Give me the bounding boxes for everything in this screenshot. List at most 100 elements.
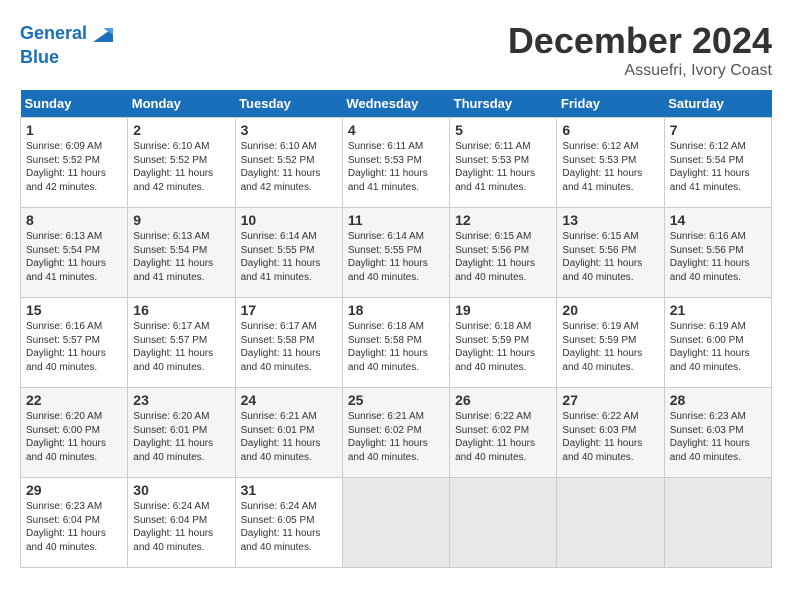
calendar-cell: 12 Sunrise: 6:15 AM Sunset: 5:56 PM Dayli… — [450, 208, 557, 298]
day-info: Sunrise: 6:10 AM Sunset: 5:52 PM Dayligh… — [241, 140, 337, 194]
day-info: Sunrise: 6:09 AM Sunset: 5:52 PM Dayligh… — [26, 140, 122, 194]
calendar-cell: 9 Sunrise: 6:13 AM Sunset: 5:54 PM Daylig… — [128, 208, 235, 298]
logo-line2: Blue — [20, 48, 117, 68]
calendar-table: SundayMondayTuesdayWednesdayThursdayFrid… — [20, 90, 772, 568]
day-info: Sunrise: 6:17 AM Sunset: 5:58 PM Dayligh… — [241, 320, 337, 374]
day-info: Sunrise: 6:22 AM Sunset: 6:02 PM Dayligh… — [455, 410, 551, 464]
day-number: 24 — [241, 392, 337, 408]
calendar-cell: 30 Sunrise: 6:24 AM Sunset: 6:04 PM Dayli… — [128, 478, 235, 568]
day-number: 13 — [562, 212, 658, 228]
calendar-cell — [450, 478, 557, 568]
calendar-cell: 20Sunrise: 6:19 AM Sunset: 5:59 PM Dayli… — [557, 298, 664, 388]
month-title: December 2024 — [508, 20, 772, 62]
day-number: 11 — [348, 212, 444, 228]
weekday-header: Sunday — [21, 90, 128, 118]
day-number: 25 — [348, 392, 444, 408]
title-area: December 2024 Assuefri, Ivory Coast — [508, 20, 772, 80]
day-number: 3 — [241, 122, 337, 138]
weekday-header: Monday — [128, 90, 235, 118]
logo-icon — [89, 20, 117, 48]
day-info: Sunrise: 6:24 AM Sunset: 6:04 PM Dayligh… — [133, 500, 229, 554]
page-header: General Blue December 2024 Assuefri, Ivo… — [20, 20, 772, 80]
day-info: Sunrise: 6:23 AM Sunset: 6:03 PM Dayligh… — [670, 410, 766, 464]
calendar-cell: 7Sunrise: 6:12 AM Sunset: 5:54 PM Daylig… — [664, 118, 771, 208]
day-info: Sunrise: 6:13 AM Sunset: 5:54 PM Dayligh… — [26, 230, 122, 284]
calendar-cell: 3 Sunrise: 6:10 AM Sunset: 5:52 PM Daylig… — [235, 118, 342, 208]
calendar-cell: 13 Sunrise: 6:15 AM Sunset: 5:56 PM Dayli… — [557, 208, 664, 298]
calendar-cell: 14Sunrise: 6:16 AM Sunset: 5:56 PM Dayli… — [664, 208, 771, 298]
day-number: 2 — [133, 122, 229, 138]
location-subtitle: Assuefri, Ivory Coast — [508, 62, 772, 80]
day-number: 22 — [26, 392, 122, 408]
calendar-cell: 23 Sunrise: 6:20 AM Sunset: 6:01 PM Dayli… — [128, 388, 235, 478]
day-info: Sunrise: 6:20 AM Sunset: 6:01 PM Dayligh… — [133, 410, 229, 464]
day-info: Sunrise: 6:11 AM Sunset: 5:53 PM Dayligh… — [348, 140, 444, 194]
day-info: Sunrise: 6:17 AM Sunset: 5:57 PM Dayligh… — [133, 320, 229, 374]
day-number: 31 — [241, 482, 337, 498]
calendar-cell: 16 Sunrise: 6:17 AM Sunset: 5:57 PM Dayli… — [128, 298, 235, 388]
day-info: Sunrise: 6:18 AM Sunset: 5:59 PM Dayligh… — [455, 320, 551, 374]
day-info: Sunrise: 6:19 AM Sunset: 5:59 PM Dayligh… — [562, 320, 658, 374]
calendar-cell: 24 Sunrise: 6:21 AM Sunset: 6:01 PM Dayli… — [235, 388, 342, 478]
calendar-cell: 29Sunrise: 6:23 AM Sunset: 6:04 PM Dayli… — [21, 478, 128, 568]
day-number: 5 — [455, 122, 551, 138]
day-number: 23 — [133, 392, 229, 408]
day-info: Sunrise: 6:21 AM Sunset: 6:02 PM Dayligh… — [348, 410, 444, 464]
day-number: 1 — [26, 122, 122, 138]
day-info: Sunrise: 6:10 AM Sunset: 5:52 PM Dayligh… — [133, 140, 229, 194]
calendar-cell: 1 Sunrise: 6:09 AM Sunset: 5:52 PM Daylig… — [21, 118, 128, 208]
calendar-cell — [557, 478, 664, 568]
calendar-cell: 26 Sunrise: 6:22 AM Sunset: 6:02 PM Dayli… — [450, 388, 557, 478]
calendar-week-row: 15Sunrise: 6:16 AM Sunset: 5:57 PM Dayli… — [21, 298, 772, 388]
weekday-header: Friday — [557, 90, 664, 118]
day-info: Sunrise: 6:18 AM Sunset: 5:58 PM Dayligh… — [348, 320, 444, 374]
calendar-cell: 25 Sunrise: 6:21 AM Sunset: 6:02 PM Dayli… — [342, 388, 449, 478]
day-number: 30 — [133, 482, 229, 498]
calendar-cell: 31 Sunrise: 6:24 AM Sunset: 6:05 PM Dayli… — [235, 478, 342, 568]
day-info: Sunrise: 6:12 AM Sunset: 5:53 PM Dayligh… — [562, 140, 658, 194]
calendar-cell: 6 Sunrise: 6:12 AM Sunset: 5:53 PM Daylig… — [557, 118, 664, 208]
calendar-header-row: SundayMondayTuesdayWednesdayThursdayFrid… — [21, 90, 772, 118]
day-number: 26 — [455, 392, 551, 408]
day-number: 9 — [133, 212, 229, 228]
calendar-week-row: 8 Sunrise: 6:13 AM Sunset: 5:54 PM Daylig… — [21, 208, 772, 298]
weekday-header: Tuesday — [235, 90, 342, 118]
day-info: Sunrise: 6:14 AM Sunset: 5:55 PM Dayligh… — [348, 230, 444, 284]
day-number: 12 — [455, 212, 551, 228]
logo: General Blue — [20, 20, 117, 68]
day-info: Sunrise: 6:13 AM Sunset: 5:54 PM Dayligh… — [133, 230, 229, 284]
day-number: 21 — [670, 302, 766, 318]
day-info: Sunrise: 6:20 AM Sunset: 6:00 PM Dayligh… — [26, 410, 122, 464]
calendar-cell: 2 Sunrise: 6:10 AM Sunset: 5:52 PM Daylig… — [128, 118, 235, 208]
day-info: Sunrise: 6:14 AM Sunset: 5:55 PM Dayligh… — [241, 230, 337, 284]
day-number: 15 — [26, 302, 122, 318]
day-info: Sunrise: 6:24 AM Sunset: 6:05 PM Dayligh… — [241, 500, 337, 554]
day-number: 16 — [133, 302, 229, 318]
calendar-cell: 19 Sunrise: 6:18 AM Sunset: 5:59 PM Dayli… — [450, 298, 557, 388]
calendar-cell: 22 Sunrise: 6:20 AM Sunset: 6:00 PM Dayli… — [21, 388, 128, 478]
day-info: Sunrise: 6:15 AM Sunset: 5:56 PM Dayligh… — [562, 230, 658, 284]
day-info: Sunrise: 6:21 AM Sunset: 6:01 PM Dayligh… — [241, 410, 337, 464]
day-number: 28 — [670, 392, 766, 408]
day-info: Sunrise: 6:19 AM Sunset: 6:00 PM Dayligh… — [670, 320, 766, 374]
day-number: 29 — [26, 482, 122, 498]
calendar-cell: 17Sunrise: 6:17 AM Sunset: 5:58 PM Dayli… — [235, 298, 342, 388]
calendar-cell: 15Sunrise: 6:16 AM Sunset: 5:57 PM Dayli… — [21, 298, 128, 388]
day-number: 8 — [26, 212, 122, 228]
calendar-week-row: 22 Sunrise: 6:20 AM Sunset: 6:00 PM Dayli… — [21, 388, 772, 478]
weekday-header: Saturday — [664, 90, 771, 118]
calendar-week-row: 1 Sunrise: 6:09 AM Sunset: 5:52 PM Daylig… — [21, 118, 772, 208]
calendar-cell: 18Sunrise: 6:18 AM Sunset: 5:58 PM Dayli… — [342, 298, 449, 388]
day-number: 27 — [562, 392, 658, 408]
day-info: Sunrise: 6:15 AM Sunset: 5:56 PM Dayligh… — [455, 230, 551, 284]
day-number: 14 — [670, 212, 766, 228]
calendar-cell: 11 Sunrise: 6:14 AM Sunset: 5:55 PM Dayli… — [342, 208, 449, 298]
day-number: 19 — [455, 302, 551, 318]
calendar-cell: 21 Sunrise: 6:19 AM Sunset: 6:00 PM Dayli… — [664, 298, 771, 388]
calendar-cell: 10Sunrise: 6:14 AM Sunset: 5:55 PM Dayli… — [235, 208, 342, 298]
logo-line1: General — [20, 23, 87, 43]
calendar-cell: 5Sunrise: 6:11 AM Sunset: 5:53 PM Daylig… — [450, 118, 557, 208]
day-info: Sunrise: 6:22 AM Sunset: 6:03 PM Dayligh… — [562, 410, 658, 464]
weekday-header: Thursday — [450, 90, 557, 118]
day-number: 6 — [562, 122, 658, 138]
